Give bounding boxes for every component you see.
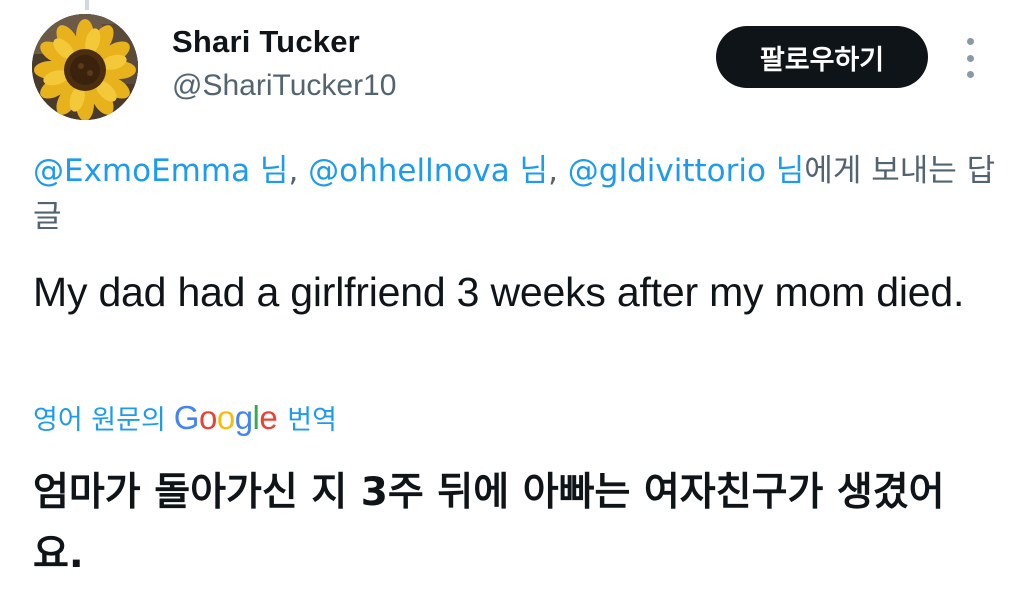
mention-link-gldivittorio[interactable]: @gldivittorio 님: [568, 153, 805, 189]
mention-link-ohhellnova[interactable]: @ohhellnova 님: [308, 153, 548, 189]
mention-suffix: 님: [765, 153, 805, 189]
google-logo: Google: [173, 399, 278, 437]
mention-suffix: 님: [509, 153, 549, 189]
more-vertical-icon[interactable]: [956, 38, 984, 78]
google-letter: o: [198, 399, 217, 436]
translate-prefix: 영어 원문의: [33, 405, 166, 436]
avatar[interactable]: [32, 14, 138, 120]
more-dot: [966, 71, 974, 78]
replying-to-line: @ExmoEmma 님, @ohhellnova 님, @gldivittori…: [33, 148, 1003, 240]
google-letter: G: [173, 399, 200, 436]
mention-link-exmoemma[interactable]: @ExmoEmma 님: [33, 153, 288, 189]
mention-separator: ,: [548, 153, 568, 189]
google-letter: g: [234, 399, 253, 436]
thread-connector-line: [85, 0, 89, 10]
translate-suffix: 번역: [287, 405, 337, 436]
google-letter: o: [216, 399, 235, 436]
mention-handle: @gldivittorio: [567, 153, 766, 189]
tweet-text: My dad had a girlfriend 3 weeks after my…: [33, 269, 965, 315]
tweet-detail: Shari Tucker @ShariTucker10 팔로우하기 @ExmoE…: [0, 0, 1024, 607]
translate-link[interactable]: 영어 원문의 Google 번역: [33, 398, 337, 437]
translated-text: 엄마가 돌아가신 지 3주 뒤에 아빠는 여자친구가 생겼어요.: [33, 470, 945, 577]
follow-button[interactable]: 팔로우하기: [716, 26, 928, 88]
mention-separator: ,: [288, 153, 309, 189]
sunflower-avatar-icon: [32, 14, 138, 120]
mention-suffix: 님: [250, 153, 289, 189]
google-letter: e: [259, 399, 278, 436]
more-dot: [966, 54, 974, 62]
mention-handle: @ohhellnova: [308, 153, 510, 189]
more-dot: [966, 38, 974, 45]
author-handle[interactable]: @ShariTucker10: [172, 69, 396, 103]
mention-handle: @ExmoEmma: [33, 153, 251, 189]
author-name[interactable]: Shari Tucker: [172, 24, 360, 60]
